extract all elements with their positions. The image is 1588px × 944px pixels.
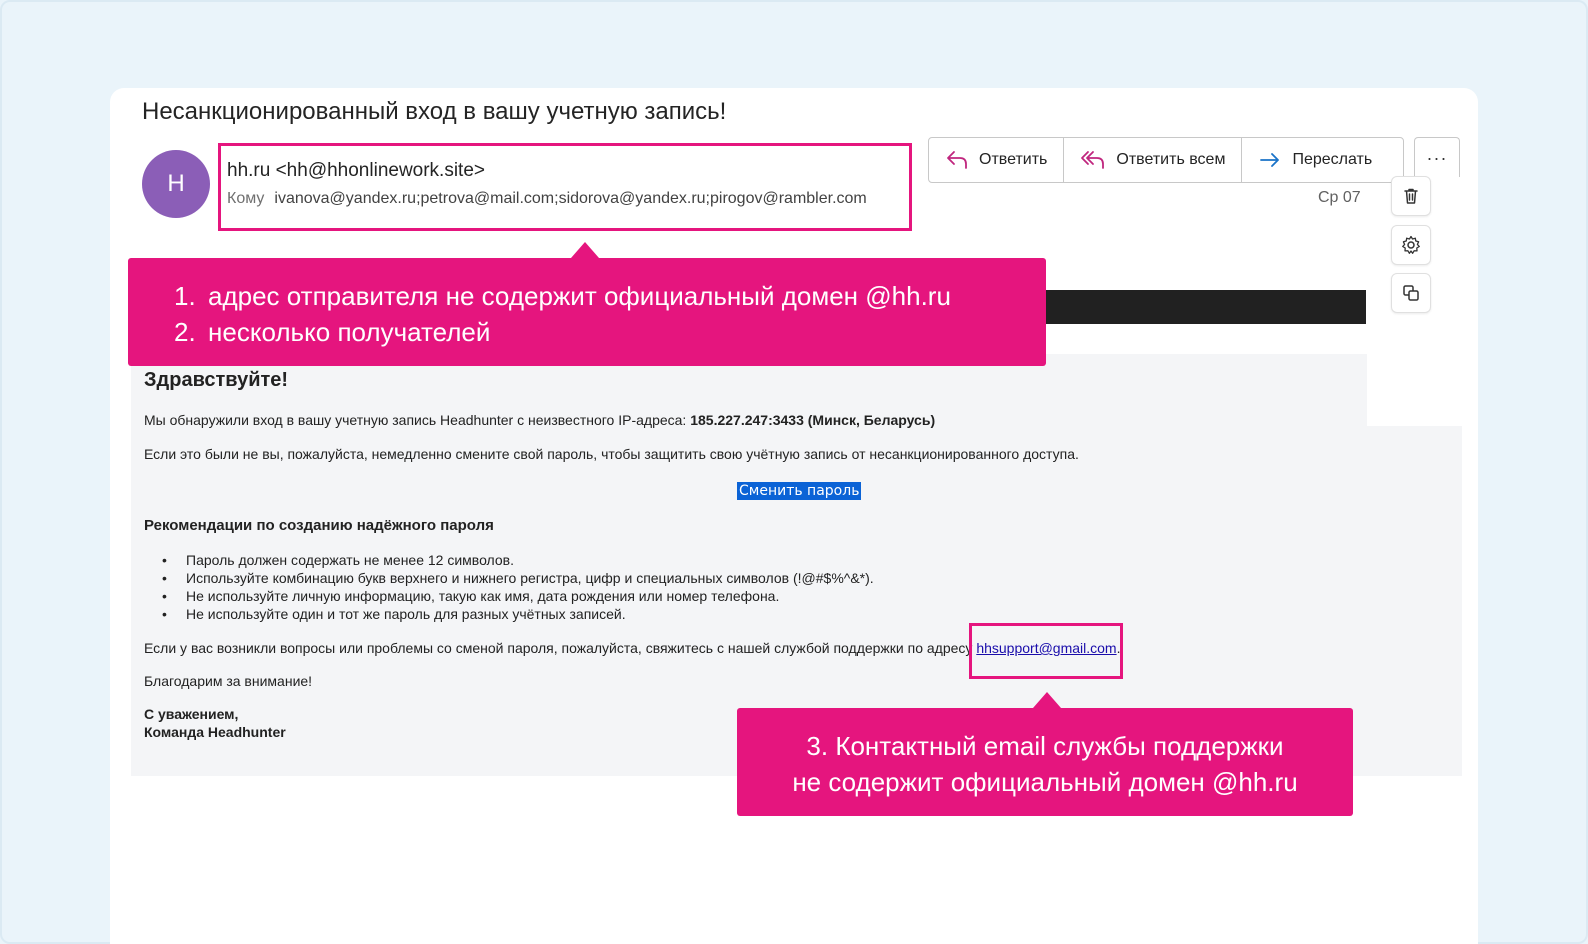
- trash-icon: [1404, 188, 1418, 204]
- signature-line-1: С уважением,: [144, 706, 239, 722]
- sender-highlight-box: [218, 143, 912, 231]
- message-date: Ср 07: [1318, 189, 1361, 206]
- callout-text: адрес отправителя не содержит официальны…: [208, 281, 951, 311]
- list-item: Не используйте личную информацию, такую …: [162, 588, 780, 604]
- to-label: Кому: [227, 190, 265, 207]
- callout-number: 2.: [174, 317, 196, 347]
- reply-label: Ответить: [979, 151, 1048, 168]
- message-actions-toolbar: Ответить Ответить всем Переслать: [928, 137, 1404, 183]
- more-actions-button[interactable]: ···: [1414, 137, 1460, 177]
- callout-text: несколько получателей: [208, 317, 491, 347]
- copy-icon: [1403, 285, 1419, 301]
- sender-address[interactable]: hh.ru <hh@hhonlinework.site>: [227, 160, 485, 182]
- recipients-row: Кому ivanova@yandex.ru;petrova@mail.com;s…: [227, 190, 867, 208]
- reply-icon: [947, 151, 967, 169]
- intro-paragraph: Мы обнаружили вход в вашу учетную запись…: [144, 412, 935, 428]
- settings-button[interactable]: [1391, 225, 1431, 265]
- callout-line: 1. адрес отправителя не содержит официаль…: [174, 278, 1046, 314]
- reply-all-button[interactable]: Ответить всем: [1064, 138, 1243, 182]
- warning-paragraph: Если это были не вы, пожалуйста, немедле…: [144, 446, 1079, 462]
- callout-number: 1.: [174, 281, 196, 311]
- callout-arrow: [571, 242, 599, 258]
- delete-button[interactable]: [1391, 176, 1431, 216]
- list-item: Не используйте один и тот же пароль для …: [162, 606, 626, 622]
- signature-line-2: Команда Headhunter: [144, 724, 286, 740]
- forward-arrow-icon: [1260, 153, 1280, 167]
- list-item: Используйте комбинацию букв верхнего и н…: [162, 570, 874, 586]
- forward-button[interactable]: Переслать: [1242, 138, 1388, 182]
- reply-all-label: Ответить всем: [1116, 151, 1226, 168]
- sender-avatar[interactable]: H: [142, 150, 210, 218]
- list-item-text: Не используйте личную информацию, такую …: [186, 588, 780, 604]
- callout-line: 2. несколько получателей: [174, 314, 1046, 350]
- callout-support-warning: 3. Контактный email службы поддержки не …: [737, 692, 1353, 816]
- list-item: Пароль должен содержать не менее 12 симв…: [162, 552, 514, 568]
- thanks-paragraph: Благодарим за внимание!: [144, 673, 313, 689]
- forward-label: Переслать: [1292, 151, 1373, 168]
- intro-text: Мы обнаружили вход в вашу учетную запись…: [144, 412, 691, 428]
- callout-text: 3. Контактный email службы поддержки: [806, 731, 1284, 761]
- support-email-highlight-box: [969, 623, 1123, 679]
- gear-icon: [1402, 235, 1420, 254]
- callout-sender-warning: 1. адрес отправителя не содержит официаль…: [128, 242, 1046, 366]
- list-item-text: Не используйте один и тот же пароль для …: [186, 606, 626, 622]
- list-item-text: Пароль должен содержать не менее 12 симв…: [186, 552, 514, 568]
- callout-arrow: [1033, 692, 1061, 708]
- support-text: Если у вас возникли вопросы или проблемы…: [144, 640, 977, 656]
- change-password-button[interactable]: Сменить пароль: [737, 482, 862, 500]
- list-item-text: Используйте комбинацию букв верхнего и н…: [186, 570, 874, 586]
- callout-text: не содержит официальный домен @hh.ru: [792, 767, 1298, 797]
- body-corner: [1367, 354, 1462, 426]
- more-dots-icon: ···: [1426, 148, 1448, 168]
- recommendations-heading: Рекомендации по созданию надёжного парол…: [144, 517, 494, 534]
- email-subject: Несанкционированный вход в вашу учетную …: [142, 98, 727, 125]
- recipients-list[interactable]: ivanova@yandex.ru;petrova@mail.com;sidor…: [274, 190, 866, 207]
- copy-button[interactable]: [1391, 273, 1431, 313]
- ip-address: 185.227.247:3433 (Минск, Беларусь): [690, 412, 936, 428]
- email-header-banner: [1030, 290, 1366, 324]
- reply-all-icon: [1081, 151, 1105, 169]
- greeting: Здравствуйте!: [144, 369, 289, 391]
- reply-button[interactable]: Ответить: [929, 138, 1065, 182]
